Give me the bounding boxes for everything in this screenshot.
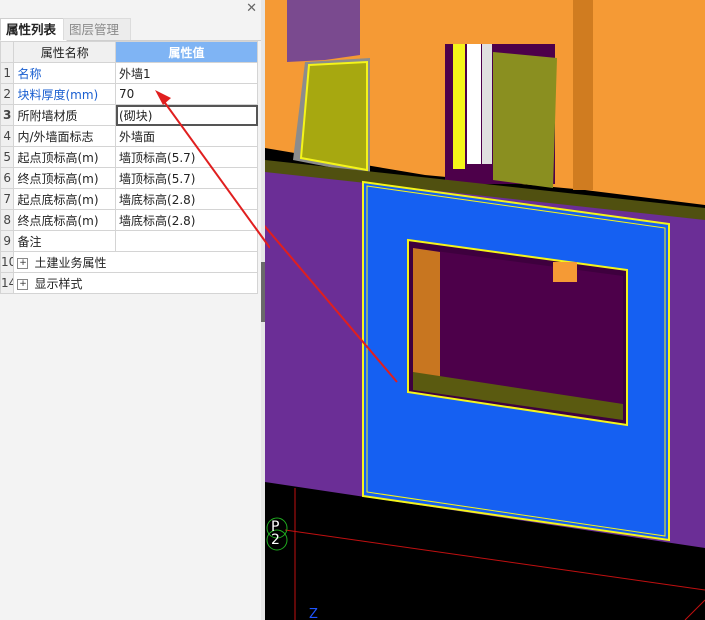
axis-z-label: Z [309,607,318,620]
window-side-orange [413,248,440,390]
grid-marker-2: 2 [271,532,280,548]
annotation-arrow-segment [159,95,270,249]
3d-viewport[interactable]: P 2 Z [265,0,705,620]
expand-plus-icon[interactable]: + [17,278,29,290]
arrow-overlay [155,90,270,249]
window-back-block [553,262,577,282]
upper-frame-olive [493,52,557,188]
upper-frame-white [467,44,481,164]
upper-frame-yellow [453,44,465,169]
group-cell[interactable]: + 显示样式 [13,272,258,294]
annotation-arrowhead-icon [155,90,171,105]
wall-top-left [287,0,360,62]
group-label: 显示样式 [34,276,83,291]
upper-frame-grey [482,44,492,164]
column-orange [573,0,593,190]
yellow-highlight-panel [299,60,368,172]
table-row-group[interactable]: 14 + 显示样式 [0,272,258,294]
row-number: 14 [0,272,15,294]
